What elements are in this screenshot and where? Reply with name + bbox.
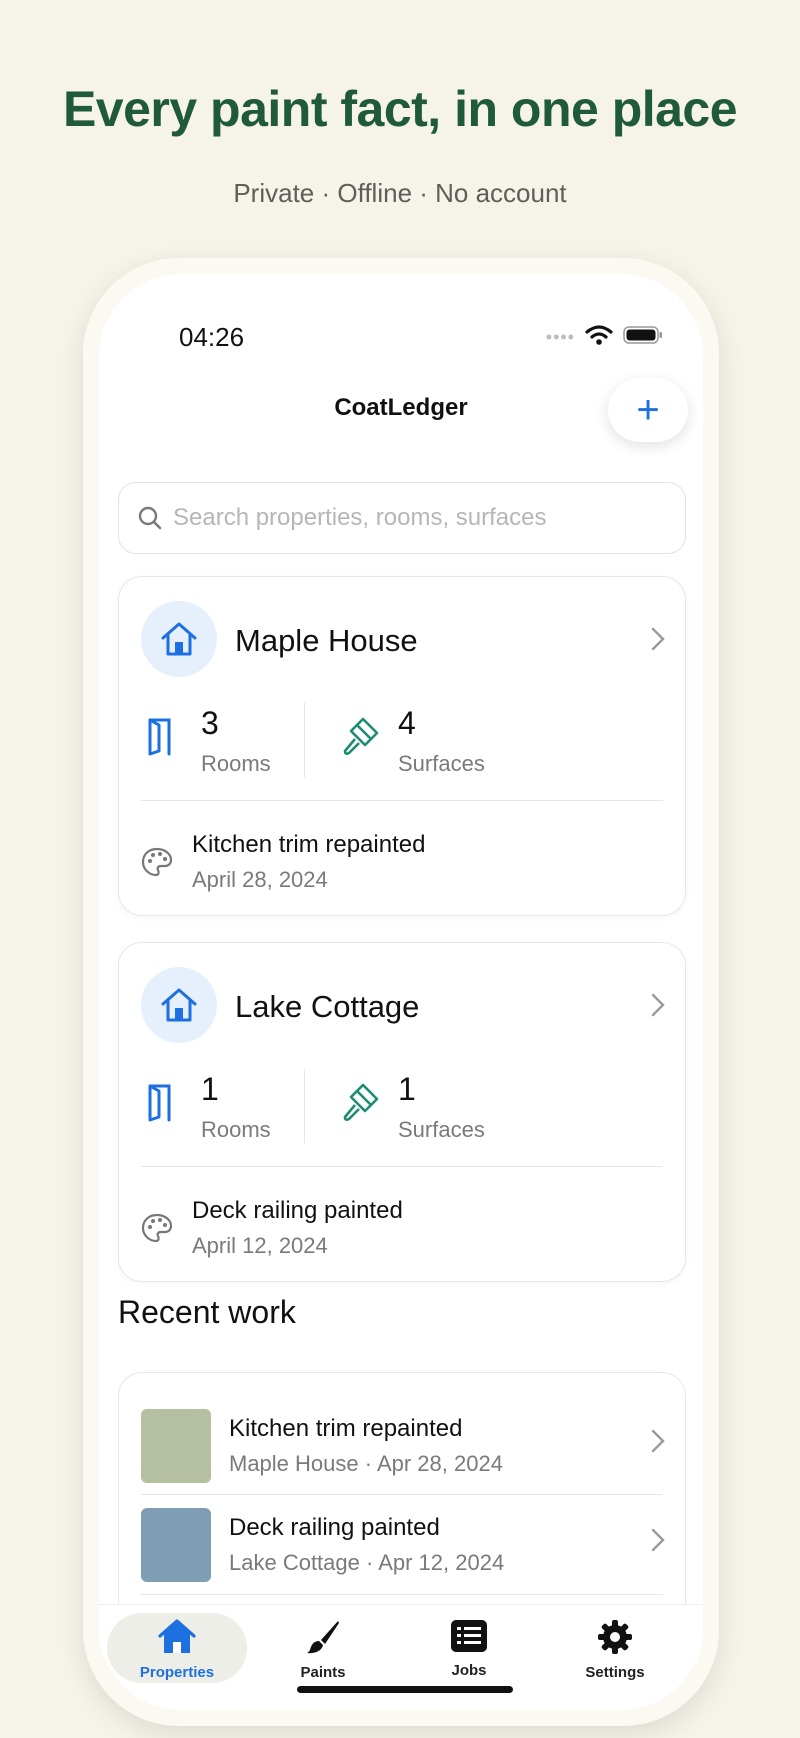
- home-indicator: [297, 1686, 513, 1693]
- surfaces-label: Surfaces: [398, 1117, 485, 1142]
- recent-item-subtitle: Maple House · Apr 28, 2024: [229, 1451, 503, 1476]
- recent-item-title: Kitchen trim repainted: [229, 1415, 463, 1442]
- property-card-lake-cottage[interactable]: Lake Cottage 1 Rooms 1 Surfaces Deck rai…: [118, 942, 686, 1282]
- tab-bar: Properties Paints Jobs Settings: [99, 1604, 703, 1710]
- last-job-date: April 28, 2024: [192, 867, 328, 892]
- promo-subline: Private · Offline · No account: [233, 178, 567, 208]
- surfaces-label: Surfaces: [398, 751, 485, 776]
- status-icons: ••••: [546, 324, 663, 351]
- phone-frame: 04:26 •••• CoatLedger + Search propertie…: [83, 258, 719, 1726]
- rooms-count: 1: [201, 1071, 219, 1107]
- recent-work-heading: Recent work: [118, 1294, 296, 1330]
- tab-paints[interactable]: Paints: [253, 1613, 393, 1683]
- chevron-right-icon: [651, 1429, 665, 1458]
- search-placeholder: Search properties, rooms, surfaces: [173, 504, 547, 531]
- rooms-label: Rooms: [201, 751, 271, 776]
- rooms-label: Rooms: [201, 1117, 271, 1142]
- house-icon: [141, 967, 217, 1043]
- palette-icon: [141, 1213, 173, 1248]
- recent-item-title: Deck railing painted: [229, 1514, 440, 1541]
- chevron-right-icon: [651, 993, 665, 1022]
- recent-item-subtitle: Lake Cottage · Apr 12, 2024: [229, 1550, 505, 1575]
- tab-properties[interactable]: Properties: [107, 1613, 247, 1683]
- list-icon: [399, 1619, 539, 1658]
- paintbrush-icon: [341, 1081, 381, 1128]
- color-swatch: [141, 1508, 211, 1582]
- property-name: Lake Cottage: [235, 989, 420, 1024]
- surfaces-count: 4: [398, 705, 416, 741]
- house-icon: [107, 1619, 247, 1660]
- tab-label: Jobs: [451, 1662, 487, 1679]
- tab-label: Settings: [585, 1664, 645, 1681]
- status-time: 04:26: [179, 322, 245, 352]
- door-icon: [147, 1083, 173, 1128]
- wifi-icon: [585, 324, 613, 351]
- tab-jobs[interactable]: Jobs: [399, 1613, 539, 1683]
- tab-settings[interactable]: Settings: [545, 1613, 685, 1683]
- stat-divider: [304, 1069, 305, 1143]
- recent-item[interactable]: Deck railing painted Lake Cottage · Apr …: [119, 1484, 685, 1582]
- surfaces-count: 1: [398, 1071, 416, 1107]
- chevron-right-icon: [651, 627, 665, 656]
- search-icon: [137, 505, 163, 531]
- house-icon: [141, 601, 217, 677]
- last-job-title: Kitchen trim repainted: [192, 831, 426, 858]
- door-icon: [147, 717, 173, 762]
- recent-item[interactable]: Kitchen trim repainted Maple House · Apr…: [119, 1385, 685, 1483]
- gear-icon: [545, 1619, 685, 1660]
- app-screen: 04:26 •••• CoatLedger + Search propertie…: [99, 274, 703, 1710]
- palette-icon: [141, 847, 173, 882]
- tab-label: Properties: [139, 1664, 215, 1681]
- battery-icon: [623, 325, 663, 350]
- rooms-count: 3: [201, 705, 219, 741]
- row-divider: [141, 1594, 663, 1595]
- card-divider: [141, 1166, 663, 1167]
- chevron-right-icon: [651, 1528, 665, 1557]
- last-job-date: April 12, 2024: [192, 1233, 328, 1258]
- add-property-button[interactable]: +: [608, 378, 688, 442]
- paintbrush-icon: [341, 715, 381, 762]
- stat-divider: [304, 703, 305, 777]
- color-swatch: [141, 1409, 211, 1483]
- last-job-title: Deck railing painted: [192, 1197, 403, 1224]
- card-divider: [141, 800, 663, 801]
- signal-icon: ••••: [545, 327, 575, 347]
- promo-headline: Every paint fact, in one place: [62, 81, 738, 137]
- property-name: Maple House: [235, 623, 418, 658]
- brush-icon: [253, 1619, 393, 1660]
- search-field[interactable]: Search properties, rooms, surfaces: [118, 482, 686, 554]
- property-card-maple-house[interactable]: Maple House 3 Rooms 4 Surfaces Kitchen t…: [118, 576, 686, 916]
- tab-label: Paints: [300, 1664, 346, 1681]
